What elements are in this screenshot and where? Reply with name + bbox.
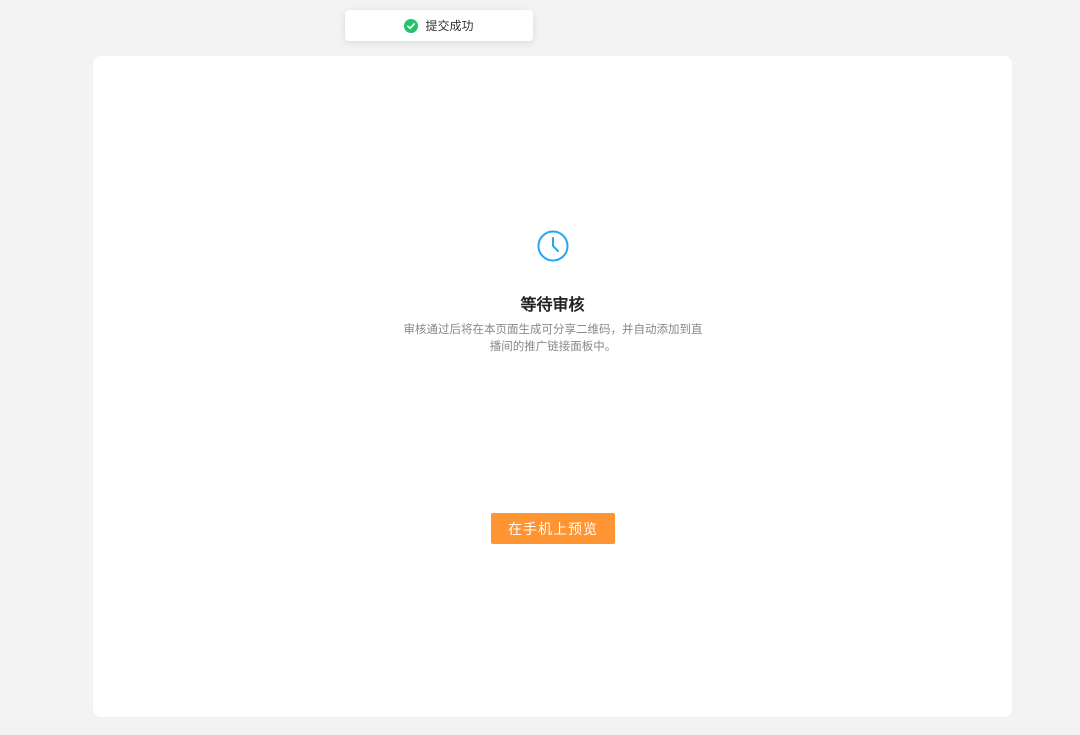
toast-message: 提交成功 [425,19,474,33]
check-circle-icon [404,18,419,33]
review-status-card: 等待审核 审核通过后将在本页面生成可分享二维码，并自动添加到直播间的推广链接面板… [93,56,1012,717]
preview-on-phone-button[interactable]: 在手机上预览 [491,513,615,544]
status-title: 等待审核 [520,297,585,314]
clock-icon [536,229,570,263]
status-description: 审核通过后将在本页面生成可分享二维码，并自动添加到直播间的推广链接面板中。 [403,324,703,353]
success-toast: 提交成功 [345,10,533,41]
